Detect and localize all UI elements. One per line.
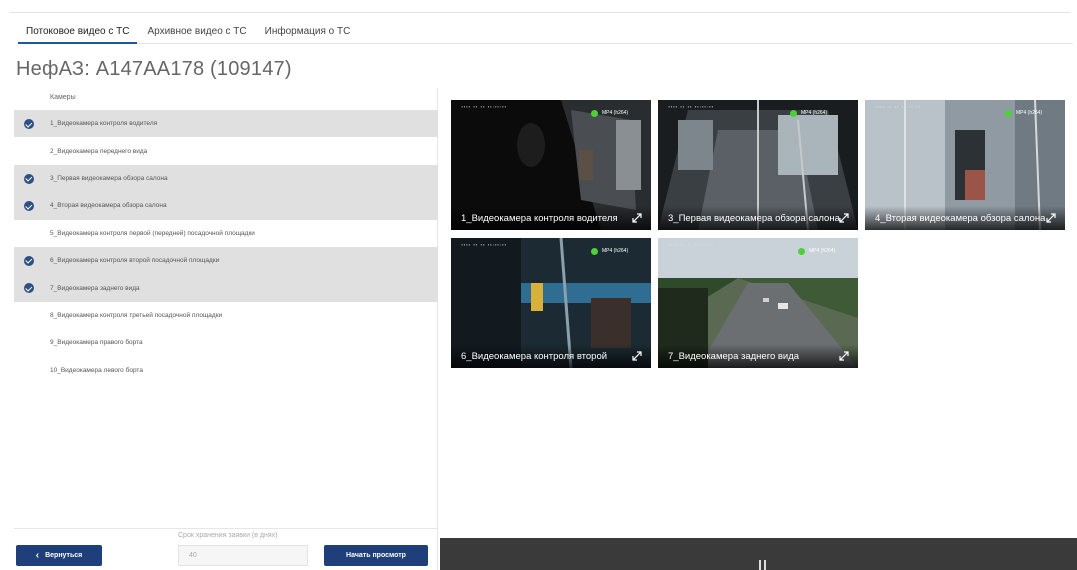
check-circle-icon[interactable]: [24, 173, 34, 184]
stream-status-indicator: [591, 110, 598, 117]
codec-label: MP4 (h264): [602, 248, 629, 254]
page-title: НефАЗ: А147АА178 (109147): [16, 58, 292, 80]
video-tile[interactable]: ▪▪▪▪ ▪▪ ▪▪ ▪▪:▪▪:▪▪ MP4 (h264) 7_Видеока…: [658, 238, 858, 368]
camera-list: 1_Видеокамера контроля водителя 2_Видеока…: [14, 110, 438, 384]
app-root: Потоковое видео с ТС Архивное видео с ТС…: [0, 0, 1077, 570]
stream-status-indicator: [591, 248, 598, 255]
expand-arrows-icon[interactable]: [838, 212, 850, 224]
codec-label: MP4 (h264): [602, 110, 629, 116]
camera-list-item[interactable]: 5_Видеокамера контроля первой (передней)…: [14, 220, 438, 247]
camera-list-item[interactable]: 2_Видеокамера переднего вида: [14, 137, 438, 164]
tile-caption-text: 4_Вторая видеокамера обзора салона: [875, 213, 1046, 224]
tile-caption-text: 3_Первая видеокамера обзора салона: [668, 213, 840, 224]
camera-list-item[interactable]: 9_Видеокамера правого борта: [14, 329, 438, 356]
camera-list-item-label: 10_Видеокамера левого борта: [50, 366, 143, 374]
camera-list-item-label: 1_Видеокамера контроля водителя: [50, 120, 158, 128]
camera-list-item-label: 4_Вторая видеокамера обзора салона: [50, 202, 167, 210]
stream-status-indicator: [790, 110, 797, 117]
codec-label: MP4 (h264): [809, 248, 836, 254]
tab-live-video[interactable]: Потоковое видео с ТС: [18, 22, 138, 44]
tile-caption: 3_Первая видеокамера обзора салона: [658, 206, 858, 230]
camera-list-item[interactable]: 10_Видеокамера левого борта: [14, 357, 438, 384]
stream-status-indicator: [1005, 110, 1012, 117]
check-circle-icon[interactable]: [24, 119, 34, 129]
top-divider: [10, 12, 1070, 13]
video-grid: ▪▪▪▪ ▪▪ ▪▪ ▪▪:▪▪:▪▪ MP4 (h264) 1_Видеока…: [440, 88, 1077, 538]
check-circle-icon[interactable]: [24, 201, 34, 212]
camera-list-item[interactable]: 6_Видеокамера контроля второй посадочной…: [14, 246, 438, 275]
expand-arrows-icon[interactable]: [631, 212, 643, 224]
video-tile[interactable]: ▪▪▪▪ ▪▪ ▪▪ ▪▪:▪▪:▪▪ MP4 (h264) 4_Вторая …: [865, 100, 1065, 230]
camera-list-item-label: 6_Видеокамера контроля второй посадочной…: [50, 257, 220, 265]
timestamp-overlay: ▪▪▪▪ ▪▪ ▪▪ ▪▪:▪▪:▪▪: [875, 106, 921, 110]
back-button[interactable]: ‹ Вернуться: [16, 545, 102, 566]
tile-caption-text: 1_Видеокамера контроля водителя: [461, 213, 618, 224]
tab-bar: Потоковое видео с ТС Архивное видео с ТС…: [18, 22, 1073, 44]
camera-list-item[interactable]: 1_Видеокамера контроля водителя: [14, 110, 438, 138]
tile-caption: 4_Вторая видеокамера обзора салона: [865, 206, 1065, 230]
codec-label: MP4 (h264): [801, 110, 828, 116]
camera-list-item-label: 9_Видеокамера правого борта: [50, 339, 143, 347]
timestamp-overlay: ▪▪▪▪ ▪▪ ▪▪ ▪▪:▪▪:▪▪: [461, 106, 507, 110]
camera-list-item[interactable]: 7_Видеокамера заднего вида: [14, 274, 438, 302]
camera-list-item-label: 7_Видеокамера заднего вида: [50, 284, 140, 292]
player-control-bar: [440, 538, 1077, 570]
tile-caption-text: 7_Видеокамера заднего вида: [668, 351, 800, 362]
timestamp-overlay: ▪▪▪▪ ▪▪ ▪▪ ▪▪:▪▪:▪▪: [461, 244, 507, 248]
expand-arrows-icon[interactable]: [838, 350, 850, 362]
camera-list-header: Камеры: [50, 94, 76, 101]
stream-status-indicator: [798, 248, 805, 255]
camera-list-item-label: 3_Первая видеокамера обзора салона: [50, 174, 168, 182]
camera-panel: Камеры 1_Видеокамера контроля водителя 2_…: [14, 88, 438, 570]
check-circle-icon[interactable]: [24, 255, 34, 266]
start-viewing-button[interactable]: Начать просмотр: [324, 545, 428, 566]
chevron-left-icon: ‹: [35, 549, 40, 561]
expand-arrows-icon[interactable]: [631, 350, 643, 362]
tile-caption: 6_Видеокамера контроля второй: [451, 344, 651, 368]
camera-list-item[interactable]: 8_Видеокамера контроля третьей посадочно…: [14, 302, 438, 329]
video-tile[interactable]: ▪▪▪▪ ▪▪ ▪▪ ▪▪:▪▪:▪▪ MP4 (h264) 3_Первая …: [658, 100, 858, 230]
camera-list-item-label: 8_Видеокамера контроля третьей посадочно…: [50, 311, 223, 319]
camera-list-item-label: 2_Видеокамера переднего вида: [50, 147, 148, 155]
retention-label: Срок хранения заявки (в днях): [178, 532, 278, 539]
codec-label: MP4 (h264): [1016, 110, 1043, 116]
timestamp-overlay: ▪▪▪▪ ▪▪ ▪▪ ▪▪:▪▪:▪▪: [668, 106, 714, 110]
tab-vehicle-info[interactable]: Информация о ТС: [257, 22, 359, 44]
back-button-label: Вернуться: [45, 552, 83, 559]
video-tile[interactable]: ▪▪▪▪ ▪▪ ▪▪ ▪▪:▪▪:▪▪ MP4 (h264) 1_Видеока…: [451, 100, 651, 230]
tile-caption: 7_Видеокамера заднего вида: [658, 344, 858, 368]
camera-list-item-label: 5_Видеокамера контроля первой (передней)…: [50, 229, 255, 237]
tile-caption-text: 6_Видеокамера контроля второй: [461, 351, 608, 362]
timestamp-overlay: ▪▪▪▪ ▪▪ ▪▪ ▪▪:▪▪:▪▪: [668, 244, 714, 248]
panel-footer: ‹ Вернуться Срок хранения заявки (в днях…: [14, 528, 438, 570]
video-tile[interactable]: ▪▪▪▪ ▪▪ ▪▪ ▪▪:▪▪:▪▪ MP4 (h264) 6_Видеока…: [451, 238, 651, 368]
expand-arrows-icon[interactable]: [1045, 212, 1057, 224]
pause-icon[interactable]: [759, 560, 767, 570]
tile-caption: 1_Видеокамера контроля водителя: [451, 206, 651, 230]
check-circle-icon[interactable]: [24, 283, 34, 294]
camera-list-item[interactable]: 3_Первая видеокамера обзора салона: [14, 164, 438, 193]
tab-archive-video[interactable]: Архивное видео с ТС: [139, 22, 254, 44]
camera-list-item[interactable]: 4_Вторая видеокамера обзора салона: [14, 192, 438, 220]
retention-days-input[interactable]: [178, 545, 308, 566]
